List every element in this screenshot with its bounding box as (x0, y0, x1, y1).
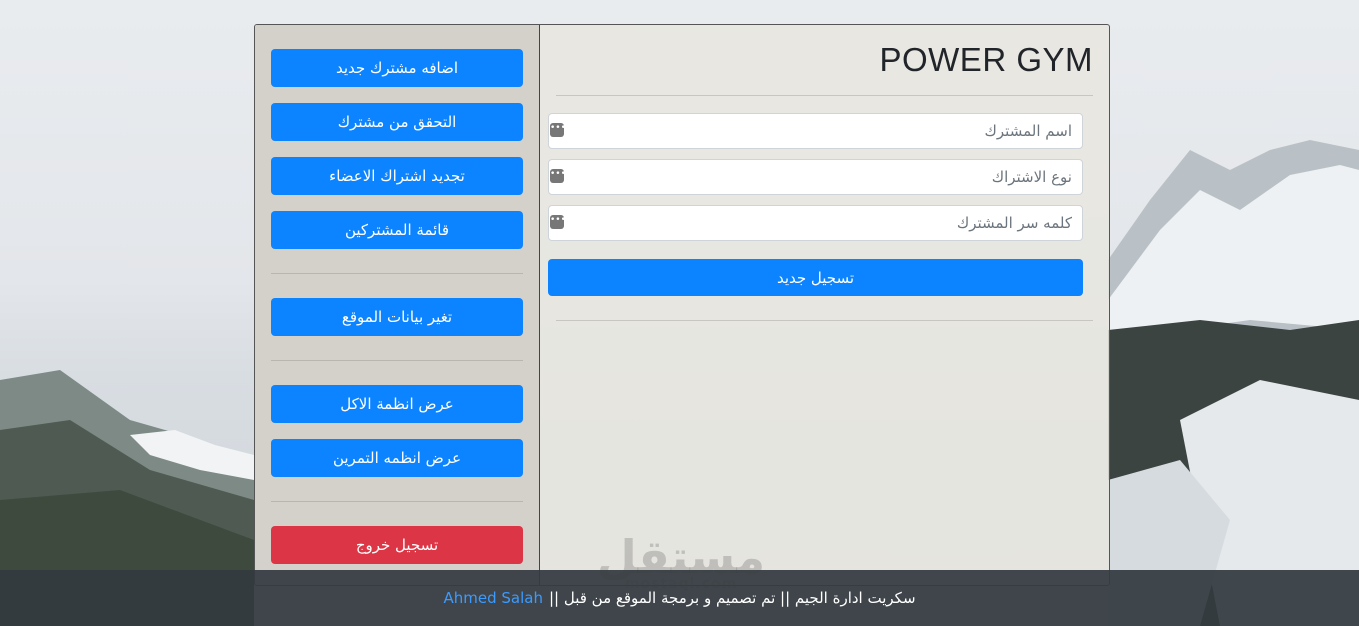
verify-member-button[interactable]: التحقق من مشترك (271, 103, 523, 141)
sidebar-divider (271, 360, 523, 361)
diet-plans-button[interactable]: عرض انظمة الاكل (271, 385, 523, 423)
add-member-button[interactable]: اضافه مشترك جديد (271, 49, 523, 87)
sidebar-divider (271, 501, 523, 502)
member-password-input[interactable] (549, 206, 1082, 240)
site-settings-button[interactable]: تغير بيانات الموقع (271, 298, 523, 336)
sidebar: اضافه مشترك جديد التحقق من مشترك تجديد ا… (255, 25, 540, 585)
member-name-input[interactable] (549, 114, 1082, 148)
password-manager-icon[interactable]: ••• (550, 123, 566, 137)
page-title: POWER GYM (879, 41, 1093, 78)
subscription-type-field: ••• (548, 159, 1083, 195)
member-name-field: ••• (548, 113, 1083, 149)
password-manager-icon[interactable]: ••• (550, 169, 566, 183)
form-divider (556, 320, 1093, 321)
subscription-type-input[interactable] (549, 160, 1082, 194)
footer-text: سكريت ادارة الجيم || تم تصميم و برمجة ال… (548, 589, 916, 607)
members-list-button[interactable]: قائمة المشتركين (271, 211, 523, 249)
logout-button[interactable]: تسجيل خروج (271, 526, 523, 564)
member-password-field: ••• (548, 205, 1083, 241)
author-link[interactable]: Ahmed Salah (443, 589, 542, 607)
registration-form: POWER GYM ••• ••• ••• تسجيل جديد (540, 25, 1109, 585)
main-panel: اضافه مشترك جديد التحقق من مشترك تجديد ا… (254, 24, 1110, 586)
register-button[interactable]: تسجيل جديد (548, 259, 1083, 296)
sidebar-divider (271, 273, 523, 274)
workout-plans-button[interactable]: عرض انظمه التمرين (271, 439, 523, 477)
password-manager-icon[interactable]: ••• (550, 215, 566, 229)
footer: سكريت ادارة الجيم || تم تصميم و برمجة ال… (0, 570, 1359, 626)
title-divider (556, 95, 1093, 96)
renew-subscription-button[interactable]: تجديد اشتراك الاعضاء (271, 157, 523, 195)
